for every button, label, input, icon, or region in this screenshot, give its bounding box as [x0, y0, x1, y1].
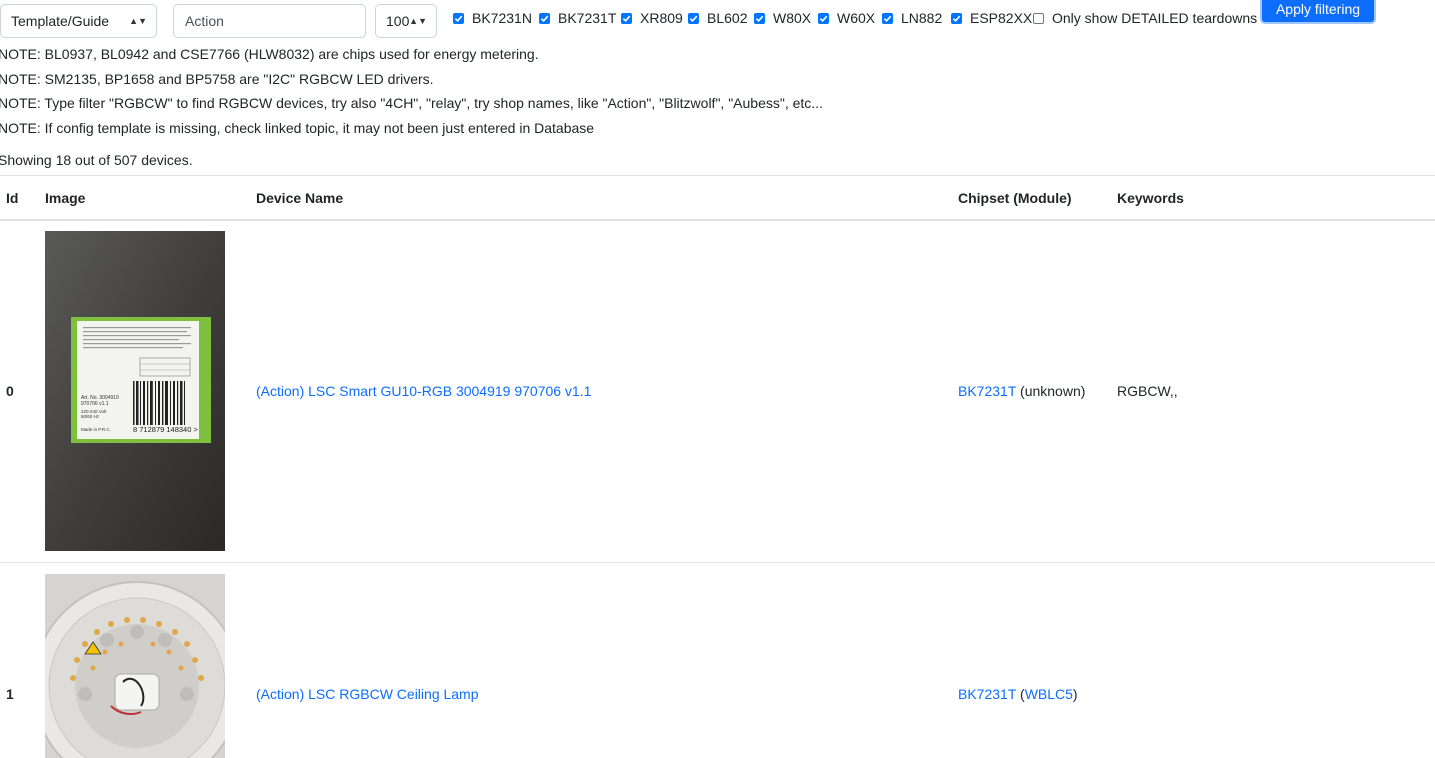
checkbox-checked-icon[interactable] [951, 12, 962, 24]
chip-label: LN882 [901, 10, 943, 26]
column-header-image: Image [45, 190, 86, 206]
checkbox-checked-icon[interactable] [539, 12, 550, 24]
chip-checkbox-bl602[interactable]: BL602 [688, 10, 747, 26]
device-photo-ceiling-lamp-image [45, 574, 225, 758]
row-id: 1 [6, 686, 14, 702]
chip-checkbox-bk7231n[interactable]: BK7231N [453, 10, 532, 26]
row-id: 0 [6, 383, 14, 399]
chip-checkbox-ln882[interactable]: LN882 [882, 10, 942, 26]
chipset-cell: BK7231T (unknown) [958, 383, 1085, 399]
checkbox-checked-icon[interactable] [688, 12, 699, 24]
chevron-updown-icon: ▲▼ [409, 16, 427, 26]
note-led-drivers: NOTE: SM2135, BP1658 and BP5758 are "I2C… [0, 71, 434, 87]
results-summary: Showing 18 out of 507 devices. [0, 152, 193, 168]
device-photo-gu10-box[interactable]: Art. No. 3004919 970706 v1.1 220-240 Vol… [45, 231, 225, 551]
search-input[interactable] [173, 4, 366, 38]
row-divider [0, 562, 1435, 563]
module-link[interactable]: WBLC5 [1025, 686, 1073, 702]
chip-checkbox-xr809[interactable]: XR809 [621, 10, 683, 26]
table-header-border [0, 219, 1435, 221]
checkbox-checked-icon[interactable] [754, 12, 765, 24]
checkbox-checked-icon[interactable] [621, 12, 632, 24]
photo-origin: Made in P.R.C. [81, 427, 111, 432]
chipset-cell: BK7231T (WBLC5) [958, 686, 1078, 702]
column-header-keywords: Keywords [1117, 190, 1184, 206]
note-energy-metering: NOTE: BL0937, BL0942 and CSE7766 (HLW803… [0, 46, 539, 62]
photo-barcode-number: 8 712879 148340 > [133, 425, 198, 434]
chip-label: BK7231N [472, 10, 532, 26]
module-suffix: ) [1080, 383, 1086, 399]
chip-label: W80X [773, 10, 812, 26]
keywords-cell: RGBCW,, [1117, 383, 1178, 399]
photo-frequency: 50/60 Hz [81, 414, 100, 419]
module-prefix: ( [1016, 383, 1025, 399]
chip-checkbox-bk7231t[interactable]: BK7231T [539, 10, 616, 26]
filter-toolbar: Template/Guide ▲▼ 100 ▲▼ BK7231N BK7231T… [0, 0, 1435, 44]
chip-label: BK7231T [558, 10, 617, 26]
checkbox-checked-icon[interactable] [453, 12, 464, 24]
apply-filtering-button[interactable]: Apply filtering [1260, 0, 1376, 24]
table-top-border [0, 175, 1435, 176]
checkbox-unchecked-icon[interactable] [1033, 12, 1044, 24]
device-link[interactable]: (Action) LSC RGBCW Ceiling Lamp [256, 686, 479, 702]
note-filter-tips: NOTE: Type filter "RGBCW" to find RGBCW … [0, 95, 823, 111]
module-suffix: ) [1072, 686, 1078, 702]
template-select[interactable]: Template/Guide ▲▼ [0, 4, 157, 38]
photo-version: 970706 v1.1 [81, 401, 109, 407]
chip-label: ESP82XX [970, 10, 1033, 26]
device-photo-gu10-box-image: Art. No. 3004919 970706 v1.1 220-240 Vol… [45, 231, 225, 551]
module-prefix: ( [1016, 686, 1025, 702]
page-size-select[interactable]: 100 ▲▼ [375, 4, 437, 38]
chipset-link[interactable]: BK7231T [958, 383, 1016, 399]
chevron-updown-icon: ▲▼ [129, 16, 147, 26]
chip-checkbox-w80x[interactable]: W80X [754, 10, 811, 26]
chip-label: W60X [837, 10, 876, 26]
column-header-id: Id [6, 190, 19, 206]
note-missing-template: NOTE: If config template is missing, che… [0, 120, 595, 136]
chip-label: BL602 [707, 10, 748, 26]
detailed-only-label: Only show DETAILED teardowns [1052, 10, 1258, 26]
checkbox-checked-icon[interactable] [818, 12, 829, 24]
device-photo-ceiling-lamp[interactable] [45, 574, 225, 758]
chipset-link[interactable]: BK7231T [958, 686, 1016, 702]
module-name: unknown [1024, 383, 1081, 399]
chip-checkbox-w60x[interactable]: W60X [818, 10, 875, 26]
template-select-value: Template/Guide [11, 13, 110, 29]
detailed-only-checkbox[interactable]: Only show DETAILED teardowns [1033, 10, 1257, 26]
chip-checkbox-esp82xx[interactable]: ESP82XX [951, 10, 1032, 26]
chip-label: XR809 [640, 10, 683, 26]
column-header-chipset: Chipset (Module) [958, 190, 1072, 206]
column-header-device-name: Device Name [256, 190, 344, 206]
device-link[interactable]: (Action) LSC Smart GU10-RGB 3004919 9707… [256, 383, 591, 399]
page-size-value: 100 [386, 13, 410, 29]
checkbox-checked-icon[interactable] [882, 12, 893, 24]
